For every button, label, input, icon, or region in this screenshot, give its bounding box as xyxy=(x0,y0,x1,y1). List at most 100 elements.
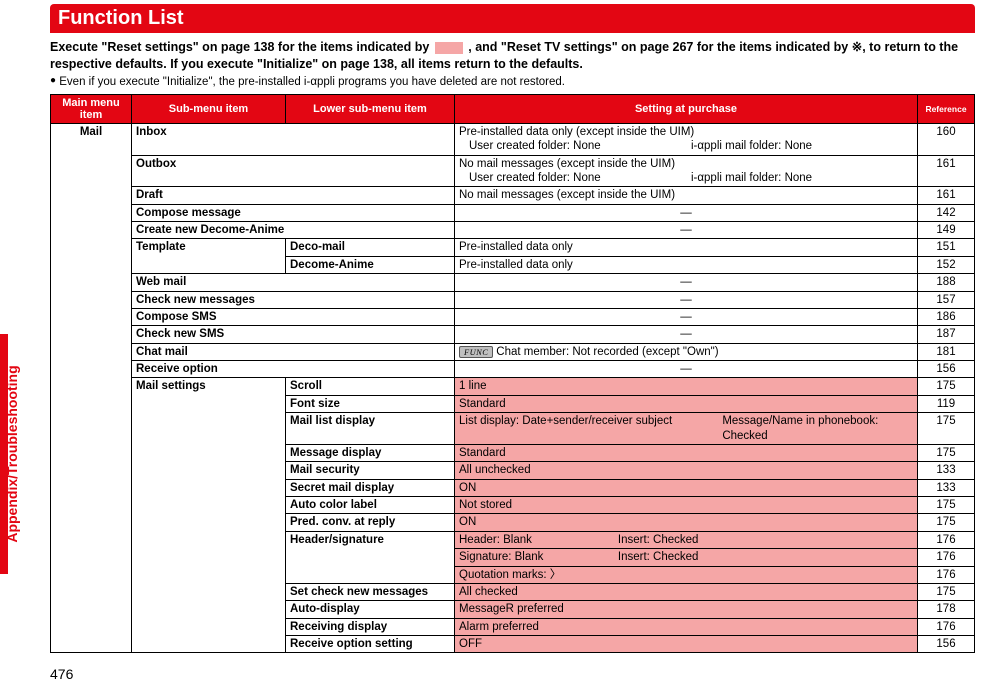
table-row: Check new messages — 157 xyxy=(51,291,975,308)
setting-cell: Quotation marks: 〉 xyxy=(455,566,918,583)
setting-text: Insert: Checked xyxy=(618,550,913,564)
setting-cell: No mail messages (except inside the UIM)… xyxy=(455,155,918,187)
table-row: Mail settings Scroll 1 line 175 xyxy=(51,378,975,395)
lower-item: Pred. conv. at reply xyxy=(286,514,455,531)
setting-text: Insert: Checked xyxy=(618,533,913,547)
setting-text: No mail messages (except inside the UIM) xyxy=(459,158,675,170)
sub-item: Check new messages xyxy=(132,291,455,308)
sub-item: Receive option xyxy=(132,361,455,378)
table-row: Outbox No mail messages (except inside t… xyxy=(51,155,975,187)
sub-item: Check new SMS xyxy=(132,326,455,343)
ref-cell: 175 xyxy=(918,497,975,514)
setting-cell: Alarm preferred xyxy=(455,618,918,635)
page-number: 476 xyxy=(50,666,73,682)
ref-cell: 175 xyxy=(918,413,975,445)
note-text: Even if you execute "Initialize", the pr… xyxy=(59,76,565,88)
setting-text: List display: Date+sender/receiver subje… xyxy=(459,414,722,443)
table-row: Chat mail FUNCChat member: Not recorded … xyxy=(51,343,975,360)
lower-item: Auto color label xyxy=(286,497,455,514)
table-row: Web mail — 188 xyxy=(51,274,975,291)
lower-item: Mail list display xyxy=(286,413,455,445)
lower-item: Mail security xyxy=(286,462,455,479)
ref-cell: 181 xyxy=(918,343,975,360)
table-header-row: Main menu item Sub-menu item Lower sub-m… xyxy=(51,94,975,123)
table-row: Compose SMS — 186 xyxy=(51,308,975,325)
th-sub: Sub-menu item xyxy=(132,94,286,123)
ref-cell: 152 xyxy=(918,256,975,273)
setting-cell: — xyxy=(455,204,918,221)
setting-cell: Standard xyxy=(455,395,918,412)
page-title: Function List xyxy=(50,4,975,33)
ref-cell: 176 xyxy=(918,549,975,566)
table-row: Create new Decome-Anime — 149 xyxy=(51,222,975,239)
setting-text: Message/Name in phonebook: Checked xyxy=(722,414,913,443)
sub-item: Create new Decome-Anime xyxy=(132,222,455,239)
setting-cell: All checked xyxy=(455,583,918,600)
ref-cell: 156 xyxy=(918,636,975,653)
setting-cell: Standard xyxy=(455,444,918,461)
sub-item: Web mail xyxy=(132,274,455,291)
setting-cell: — xyxy=(455,291,918,308)
lower-item: Auto-display xyxy=(286,601,455,618)
setting-cell: OFF xyxy=(455,636,918,653)
lower-item: Set check new messages xyxy=(286,583,455,600)
ref-cell: 188 xyxy=(918,274,975,291)
setting-cell: ON xyxy=(455,514,918,531)
ref-cell: 178 xyxy=(918,601,975,618)
ref-cell: 176 xyxy=(918,531,975,548)
lower-item: Scroll xyxy=(286,378,455,395)
reset-highlight-icon xyxy=(435,42,463,54)
ref-cell: 161 xyxy=(918,187,975,204)
table-row: Receive option — 156 xyxy=(51,361,975,378)
ref-cell: 161 xyxy=(918,155,975,187)
setting-text: i-αppli mail folder: None xyxy=(691,171,913,185)
ref-cell: 175 xyxy=(918,378,975,395)
setting-cell: Not stored xyxy=(455,497,918,514)
ref-cell: 175 xyxy=(918,514,975,531)
th-low: Lower sub-menu item xyxy=(286,94,455,123)
table-row: Template Deco-mail Pre-installed data on… xyxy=(51,239,975,256)
ref-cell: 176 xyxy=(918,618,975,635)
sub-item: Template xyxy=(132,239,286,274)
setting-cell: Header: Blank Insert: Checked xyxy=(455,531,918,548)
ref-cell: 149 xyxy=(918,222,975,239)
ref-cell: 175 xyxy=(918,583,975,600)
setting-cell: — xyxy=(455,222,918,239)
setting-subline: User created folder: None i-αppli mail f… xyxy=(459,139,913,153)
ref-cell: 175 xyxy=(918,444,975,461)
setting-cell: List display: Date+sender/receiver subje… xyxy=(455,413,918,445)
lower-item: Receive option setting xyxy=(286,636,455,653)
table-row: Compose message — 142 xyxy=(51,204,975,221)
ref-cell: 157 xyxy=(918,291,975,308)
sub-item: Chat mail xyxy=(132,343,455,360)
setting-cell: — xyxy=(455,361,918,378)
sub-item: Outbox xyxy=(132,155,455,187)
setting-cell: Pre-installed data only xyxy=(455,256,918,273)
function-list-table: Main menu item Sub-menu item Lower sub-m… xyxy=(50,94,975,654)
setting-cell: FUNCChat member: Not recorded (except "O… xyxy=(455,343,918,360)
setting-text: i-αppli mail folder: None xyxy=(691,139,913,153)
lower-item: Message display xyxy=(286,444,455,461)
func-badge-icon: FUNC xyxy=(459,346,493,359)
setting-text: Header: Blank xyxy=(459,533,618,547)
lower-item: Header/signature xyxy=(286,531,455,583)
setting-cell: No mail messages (except inside the UIM) xyxy=(455,187,918,204)
setting-text: User created folder: None xyxy=(469,171,691,185)
lower-item: Secret mail display xyxy=(286,479,455,496)
ref-cell: 176 xyxy=(918,566,975,583)
sub-item: Inbox xyxy=(132,123,455,155)
setting-cell: All unchecked xyxy=(455,462,918,479)
setting-text: Signature: Blank xyxy=(459,550,618,564)
ref-cell: 151 xyxy=(918,239,975,256)
setting-cell: — xyxy=(455,308,918,325)
setting-cell: Pre-installed data only xyxy=(455,239,918,256)
lower-item: Decome-Anime xyxy=(286,256,455,273)
lower-item: Font size xyxy=(286,395,455,412)
ref-cell: 156 xyxy=(918,361,975,378)
setting-cell: — xyxy=(455,326,918,343)
table-row: Check new SMS — 187 xyxy=(51,326,975,343)
main-item: Mail xyxy=(51,123,132,653)
lower-item: Receiving display xyxy=(286,618,455,635)
note-paragraph: ● Even if you execute "Initialize", the … xyxy=(50,75,975,88)
table-row: Draft No mail messages (except inside th… xyxy=(51,187,975,204)
